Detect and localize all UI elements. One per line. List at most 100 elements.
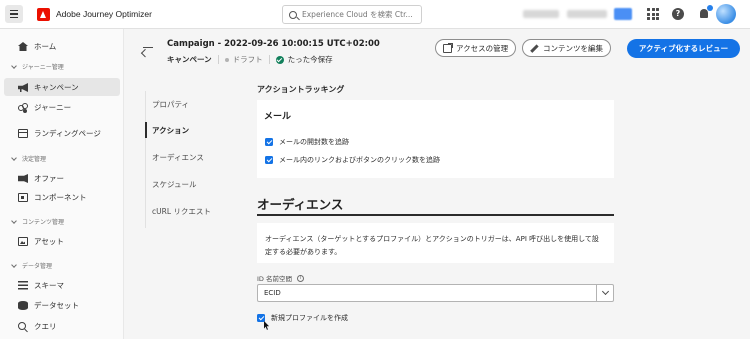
email-card-title: メール — [264, 112, 292, 122]
access-icon — [443, 42, 453, 53]
action-tracking-heading: アクショントラッキング — [257, 85, 345, 94]
chevron-down-icon[interactable] — [596, 285, 613, 301]
audience-description: オーディエンス（ターゲットとするプロファイル）とアクションのトリガーは、API … — [265, 235, 599, 256]
org-switcher[interactable] — [523, 10, 559, 18]
nav-section-label: コンテンツ管理 — [22, 219, 65, 226]
manage-access-button[interactable]: アクセスの管理 — [435, 39, 517, 57]
landing-page-icon — [18, 129, 28, 138]
nav-label: ランディングページ — [34, 128, 101, 138]
id-namespace-label: ID 名前空間 i — [257, 273, 304, 283]
search-box[interactable] — [282, 5, 422, 24]
menu-icon[interactable] — [5, 5, 23, 23]
nav-label: キャンペーン — [34, 82, 79, 92]
home-icon — [18, 42, 28, 51]
dataset-icon — [18, 301, 28, 310]
nav-item-home[interactable]: ホーム — [4, 37, 120, 55]
checkbox-label: 新規プロファイルを作成 — [271, 314, 348, 322]
tab-properties[interactable]: プロパティ — [145, 95, 241, 113]
nav-section-data-management[interactable]: データ管理 — [11, 261, 53, 270]
nav-section-label: 決定管理 — [22, 156, 47, 163]
track-opens-checkbox[interactable]: メールの開封数を追跡 — [265, 137, 349, 147]
checkbox-checked-icon[interactable] — [265, 156, 273, 164]
search-input[interactable] — [302, 10, 417, 19]
button-label: アクセスの管理 — [456, 43, 509, 53]
schema-icon — [18, 281, 28, 290]
nav-section-content-management[interactable]: コンテンツ管理 — [11, 217, 65, 226]
track-clicks-checkbox[interactable]: メール内のリンクおよびボタンのクリック数を追跡 — [265, 155, 440, 165]
app-title[interactable]: Adobe Journey Optimizer — [56, 9, 152, 19]
nav-section-label: データ管理 — [22, 263, 53, 270]
divider — [217, 55, 219, 64]
tab-curl-request[interactable]: cURL リクエスト — [145, 202, 241, 220]
status-badge: ドラフト — [232, 55, 263, 64]
pencil-icon — [530, 44, 539, 53]
offer-icon — [18, 174, 28, 183]
chevron-down-icon — [11, 217, 17, 224]
select-value: ECID — [264, 289, 281, 297]
nav-section-decision-management[interactable]: 決定管理 — [11, 154, 47, 163]
query-icon — [18, 322, 26, 330]
nav-label: データセット — [34, 300, 79, 310]
info-icon[interactable]: i — [297, 274, 304, 282]
nav-item-components[interactable]: コンポーネント — [4, 188, 120, 206]
nav-item-campaigns[interactable]: キャンペーン — [4, 78, 120, 96]
create-new-profile-checkbox[interactable]: 新規プロファイルを作成 — [257, 313, 348, 323]
nav-label: クエリ — [34, 321, 57, 331]
help-icon[interactable]: ? — [672, 8, 684, 20]
campaign-subtitle: キャンペーン ドラフト たった今保存 — [167, 54, 333, 65]
nav-label: アセット — [34, 236, 64, 246]
audience-info-card: オーディエンス（ターゲットとするプロファイル）とアクションのトリガーは、API … — [257, 223, 614, 263]
top-bar: Adobe Journey Optimizer ? — [0, 0, 750, 29]
campaign-type: キャンペーン — [167, 55, 212, 64]
id-namespace-select[interactable]: ECID — [257, 284, 614, 302]
chevron-down-icon — [11, 154, 17, 161]
adobe-logo-icon[interactable] — [37, 7, 50, 21]
divider — [268, 55, 270, 64]
nav-section-journey-management[interactable]: ジャーニー管理 — [11, 62, 64, 71]
tab-audience[interactable]: オーディエンス — [145, 148, 241, 166]
saved-status: たった今保存 — [287, 55, 333, 64]
campaign-title: Campaign - 2022-09-26 10:00:15 UTC+02:00 — [167, 39, 380, 49]
nav-item-datasets[interactable]: データセット — [4, 296, 120, 314]
review-to-activate-button[interactable]: アクティブ化するレビュー — [627, 39, 740, 58]
sandbox-switcher[interactable] — [567, 10, 607, 18]
checkbox-checked-icon[interactable] — [265, 138, 273, 146]
field-label-text: ID 名前空間 — [257, 275, 292, 283]
main-area: Campaign - 2022-09-26 10:00:15 UTC+02:00… — [125, 29, 750, 339]
notifications-bell-icon[interactable] — [698, 5, 713, 20]
audience-heading: オーディエンス — [257, 197, 344, 212]
checkmark-circle-icon — [275, 55, 284, 64]
nav-item-journeys[interactable]: ジャーニー — [4, 98, 120, 116]
prod-badge — [614, 8, 632, 20]
user-avatar[interactable] — [716, 4, 736, 24]
megaphone-icon — [18, 83, 28, 92]
nav-item-schemas[interactable]: スキーマ — [4, 276, 120, 294]
left-navigation: ホーム ジャーニー管理 キャンペーン ジャーニー ランディングページ 決定管理 … — [0, 29, 124, 339]
nav-label: スキーマ — [34, 280, 64, 290]
checkbox-label: メールの開封数を追跡 — [279, 138, 349, 146]
nav-item-offers[interactable]: オファー — [4, 169, 120, 187]
edit-content-button[interactable]: コンテンツを編集 — [522, 39, 611, 57]
asset-icon — [18, 237, 28, 246]
search-icon — [289, 10, 297, 19]
nav-item-assets[interactable]: アセット — [4, 232, 120, 250]
checkbox-label: メール内のリンクおよびボタンのクリック数を追跡 — [279, 156, 440, 164]
component-icon — [18, 193, 28, 202]
mouse-cursor-icon — [264, 321, 270, 330]
nav-item-queries[interactable]: クエリ — [4, 317, 120, 335]
nav-label: ジャーニー — [34, 102, 72, 112]
nav-label: ホーム — [34, 41, 57, 51]
chevron-down-icon — [11, 261, 17, 268]
nav-label: コンポーネント — [34, 192, 87, 202]
nav-item-landing-pages[interactable]: ランディングページ — [4, 124, 120, 142]
tab-schedule[interactable]: スケジュール — [145, 175, 241, 193]
campaign-header: Campaign - 2022-09-26 10:00:15 UTC+02:00… — [125, 29, 750, 71]
email-tracking-card: メール メールの開封数を追跡 メール内のリンクおよびボタンのクリック数を追跡 — [257, 100, 614, 178]
apps-grid-icon[interactable] — [647, 8, 659, 20]
journey-icon — [18, 103, 28, 112]
nav-label: オファー — [34, 173, 64, 183]
button-label: コンテンツを編集 — [543, 43, 603, 53]
nav-section-label: ジャーニー管理 — [22, 64, 64, 71]
tab-actions[interactable]: アクション — [145, 121, 241, 139]
back-arrow-icon[interactable] — [142, 43, 154, 53]
